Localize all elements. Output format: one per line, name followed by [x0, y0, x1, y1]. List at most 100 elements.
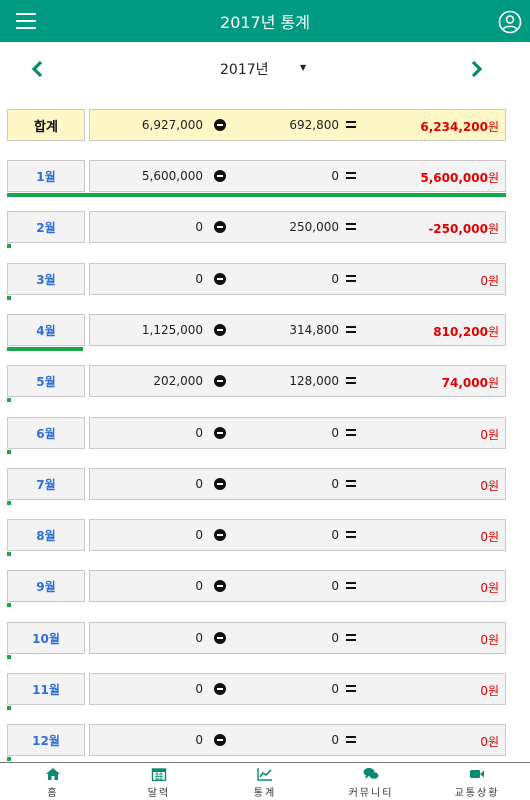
currency-unit: 원: [487, 428, 499, 442]
tab-traffic[interactable]: 교통상황: [424, 763, 530, 800]
equals-icon: [346, 326, 356, 333]
minus-icon: [214, 221, 226, 233]
result-value: 0원: [480, 631, 499, 648]
month-button[interactable]: 1월: [7, 160, 85, 192]
income-value: 6,927,000: [141, 118, 203, 132]
menu-icon[interactable]: [16, 13, 36, 29]
income-value: 1,125,000: [141, 323, 203, 337]
month-row: 12월 0 0 0원: [0, 724, 530, 764]
result-number: 0: [480, 581, 488, 595]
month-button[interactable]: 2월: [7, 211, 85, 243]
month-button[interactable]: 6월: [7, 417, 85, 449]
expense-value: 314,800: [289, 323, 339, 337]
expense-value: 0: [331, 528, 339, 542]
expense-value: 0: [331, 579, 339, 593]
currency-unit: 원: [487, 479, 499, 493]
month-row: 10월 0 0 0원: [0, 622, 530, 662]
month-row: 11월 0 0 0원: [0, 673, 530, 713]
tab-label: 통계: [253, 788, 277, 799]
month-button[interactable]: 8월: [7, 519, 85, 551]
month-button[interactable]: 10월: [7, 622, 85, 654]
equals-icon: [346, 531, 356, 538]
minus-icon: [214, 273, 226, 285]
result-number: 0: [480, 479, 488, 493]
year-navigation: 2017년 ▼: [0, 55, 530, 85]
income-value: 0: [195, 220, 203, 234]
month-button[interactable]: 9월: [7, 570, 85, 602]
tab-label: 달력: [147, 788, 171, 799]
result-number: 0: [480, 530, 488, 544]
result-value: 5,600,000원: [420, 169, 499, 186]
minus-icon: [214, 478, 226, 490]
currency-unit: 원: [487, 274, 499, 288]
income-value: 0: [195, 426, 203, 440]
calculation-box[interactable]: 0 0 0원: [89, 263, 506, 295]
result-number: 5,600,000: [420, 171, 488, 185]
page-title: 2017년 통계: [220, 13, 310, 32]
calculation-box[interactable]: 202,000 128,000 74,000원: [89, 365, 506, 397]
month-button[interactable]: 12월: [7, 724, 85, 756]
calculation-box[interactable]: 0 0 0원: [89, 673, 506, 705]
currency-unit: 원: [487, 222, 499, 236]
tab-stats[interactable]: 통계: [212, 763, 318, 800]
chat-icon: [363, 768, 379, 779]
currency-unit: 원: [487, 120, 499, 134]
calculation-box[interactable]: 1,125,000 314,800 810,200원: [89, 314, 506, 346]
next-year-chevron-icon[interactable]: [466, 59, 486, 79]
user-icon[interactable]: [498, 10, 522, 34]
month-progress-bar: [7, 552, 11, 556]
result-value: 0원: [480, 426, 499, 443]
equals-icon: [346, 685, 356, 692]
calculation-box[interactable]: 5,600,000 0 5,600,000원: [89, 160, 506, 192]
equals-icon: [346, 736, 356, 743]
tab-community[interactable]: 커뮤니티: [318, 763, 424, 800]
result-number: 0: [480, 428, 488, 442]
tab-home[interactable]: 홈: [0, 763, 106, 800]
month-progress-bar: [7, 603, 11, 607]
prev-year-chevron-icon[interactable]: [28, 59, 48, 79]
expense-value: 128,000: [289, 374, 339, 388]
month-button[interactable]: 7월: [7, 468, 85, 500]
expense-value: 0: [331, 169, 339, 183]
month-button[interactable]: 4월: [7, 314, 85, 346]
calculation-box[interactable]: 0 0 0원: [89, 468, 506, 500]
result-value: 0원: [480, 733, 499, 750]
result-number: 0: [480, 633, 488, 647]
minus-icon: [214, 170, 226, 182]
calculation-box[interactable]: 0 0 0원: [89, 724, 506, 756]
month-row: 3월 0 0 0원: [0, 263, 530, 303]
dropdown-caret-icon: ▼: [300, 63, 307, 72]
calculation-box[interactable]: 0 0 0원: [89, 519, 506, 551]
month-row: 2월 0 250,000 -250,000원: [0, 211, 530, 251]
month-row: 8월 0 0 0원: [0, 519, 530, 559]
calculation-box[interactable]: 0 0 0원: [89, 417, 506, 449]
result-number: 810,200: [433, 325, 488, 339]
income-value: 0: [195, 631, 203, 645]
currency-unit: 원: [487, 325, 499, 339]
minus-icon: [214, 324, 226, 336]
equals-icon: [346, 172, 356, 179]
month-row: 1월 5,600,000 0 5,600,000원: [0, 160, 530, 200]
calculation-box[interactable]: 0 250,000 -250,000원: [89, 211, 506, 243]
income-value: 5,600,000: [141, 169, 203, 183]
expense-value: 0: [331, 477, 339, 491]
month-button[interactable]: 11월: [7, 673, 85, 705]
year-select[interactable]: 2017년 ▼: [220, 59, 320, 81]
expense-value: 0: [331, 272, 339, 286]
month-progress-bar: [7, 450, 11, 454]
minus-icon: [214, 683, 226, 695]
month-button[interactable]: 5월: [7, 365, 85, 397]
currency-unit: 원: [487, 684, 499, 698]
currency-unit: 원: [487, 530, 499, 544]
calculation-box[interactable]: 0 0 0원: [89, 622, 506, 654]
month-progress-bar: [7, 757, 11, 761]
tab-calendar[interactable]: 달력: [106, 763, 212, 800]
income-value: 0: [195, 528, 203, 542]
income-value: 202,000: [153, 374, 203, 388]
month-button[interactable]: 3월: [7, 263, 85, 295]
calculation-box[interactable]: 0 0 0원: [89, 570, 506, 602]
result-value: 0원: [480, 682, 499, 699]
result-number: 74,000: [441, 376, 488, 390]
equals-icon: [346, 634, 356, 641]
equals-icon: [346, 377, 356, 384]
